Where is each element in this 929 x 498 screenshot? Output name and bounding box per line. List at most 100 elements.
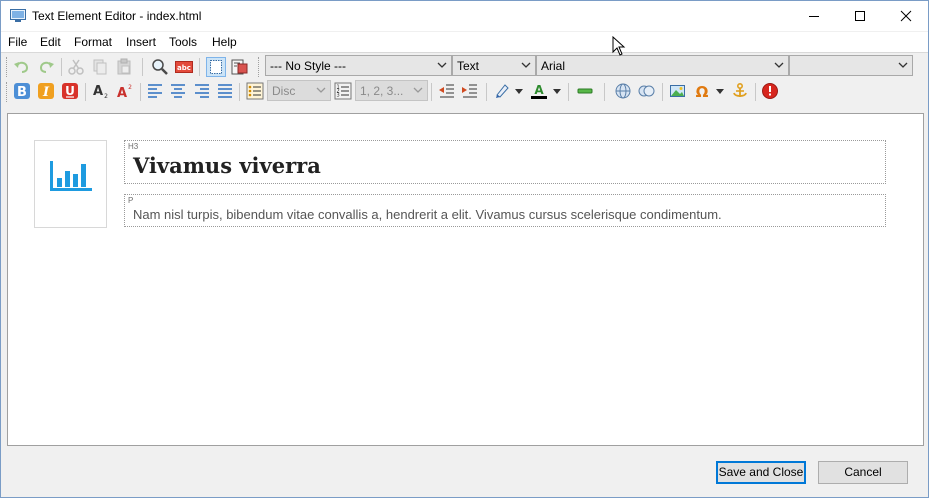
cut-button[interactable]	[67, 58, 85, 76]
help-button[interactable]	[761, 82, 779, 100]
bar-chart-icon	[50, 161, 92, 191]
save-and-close-button[interactable]: Save and Close	[716, 461, 806, 484]
editor-canvas[interactable]: H3 Vivamus viverra P Nam nisl turpis, bi…	[7, 113, 924, 446]
insert-anchor-button[interactable]	[731, 82, 749, 100]
font-select[interactable]: Arial	[536, 55, 789, 76]
spellcheck-icon: abc	[175, 61, 193, 73]
align-left-icon	[148, 84, 162, 98]
toolbar-grip[interactable]	[6, 57, 9, 77]
toolbar-separator	[199, 58, 200, 76]
insert-image-button[interactable]	[669, 82, 687, 100]
heading-text[interactable]: Vivamus viverra	[133, 153, 321, 178]
subscript-icon: A 2	[93, 84, 108, 100]
svg-text:2: 2	[104, 93, 108, 100]
toolbar-separator	[755, 83, 756, 101]
underline-button[interactable]: U	[61, 82, 79, 100]
cancel-button[interactable]: Cancel	[818, 461, 908, 484]
minimize-button[interactable]	[791, 1, 837, 31]
redo-icon	[39, 61, 54, 73]
chevron-down-icon[interactable]	[553, 89, 561, 95]
menu-help[interactable]: Help	[212, 35, 237, 49]
highlighter-icon	[496, 84, 509, 98]
chevron-down-icon	[316, 87, 326, 93]
type-select-value: Text	[457, 59, 480, 73]
insert-link-button[interactable]	[614, 82, 632, 100]
find-button[interactable]	[151, 58, 169, 76]
svg-text:A: A	[534, 83, 544, 97]
title-bar: Text Element Editor - index.html	[1, 1, 928, 31]
chevron-down-icon	[774, 62, 784, 68]
mouse-cursor-icon	[612, 36, 626, 56]
maximize-button[interactable]	[837, 1, 883, 31]
close-button[interactable]	[883, 1, 929, 31]
horizontal-rule-icon	[577, 88, 593, 94]
toolbar-separator	[239, 83, 240, 101]
menu-file[interactable]: File	[8, 35, 27, 49]
toolbar-grip[interactable]	[258, 57, 261, 77]
menu-edit[interactable]: Edit	[40, 35, 61, 49]
toolbar-separator	[140, 83, 141, 101]
superscript-button[interactable]: A 2	[115, 82, 133, 100]
image-icon	[670, 85, 685, 97]
italic-icon: I	[38, 83, 54, 100]
svg-text:A: A	[93, 84, 103, 99]
toolbar-separator	[568, 83, 569, 101]
justify-button[interactable]	[216, 82, 234, 100]
toolbar-separator	[431, 83, 432, 101]
chart-thumbnail[interactable]	[34, 140, 107, 228]
source-button[interactable]	[230, 58, 248, 76]
menu-tools[interactable]: Tools	[169, 35, 197, 49]
special-character-button[interactable]: Ω	[693, 82, 711, 100]
svg-text:Ω: Ω	[696, 83, 709, 100]
chevron-down-icon	[437, 62, 447, 68]
svg-text:U: U	[65, 84, 75, 98]
align-left-button[interactable]	[146, 82, 164, 100]
indent-button[interactable]	[461, 82, 479, 100]
menu-format[interactable]: Format	[74, 35, 112, 49]
paste-button[interactable]	[115, 58, 133, 76]
spellcheck-button[interactable]: abc	[175, 58, 193, 76]
remove-link-button[interactable]	[637, 82, 655, 100]
type-select[interactable]: Text	[452, 55, 536, 76]
paragraph-block[interactable]: P Nam nisl turpis, bibendum vitae conval…	[124, 194, 886, 227]
toolbar-separator	[61, 58, 62, 76]
align-right-icon	[195, 84, 209, 98]
toolbar-grip[interactable]	[6, 82, 9, 102]
chevron-down-icon	[898, 62, 908, 68]
align-center-button[interactable]	[169, 82, 187, 100]
subscript-button[interactable]: A 2	[91, 82, 109, 100]
source-icon	[231, 59, 248, 75]
font-select-value: Arial	[541, 59, 566, 73]
chevron-down-icon[interactable]	[716, 89, 724, 95]
numbered-list-button[interactable]: 123	[334, 82, 352, 100]
bullet-style-select[interactable]: Disc	[267, 80, 331, 101]
align-center-icon	[171, 84, 185, 98]
heading-tag-label: H3	[128, 142, 139, 151]
indent-icon	[462, 84, 477, 98]
text-color-button[interactable]: A	[530, 82, 548, 100]
align-right-button[interactable]	[193, 82, 211, 100]
bold-button[interactable]: B	[13, 82, 31, 100]
toolbar-separator	[486, 83, 487, 101]
undo-button[interactable]	[13, 58, 31, 76]
horizontal-rule-button[interactable]	[576, 82, 594, 100]
show-blocks-icon	[210, 60, 222, 74]
menu-insert[interactable]: Insert	[126, 35, 156, 49]
size-select[interactable]	[789, 55, 913, 76]
menu-bar: File Edit Format Insert Tools Help	[1, 32, 928, 52]
redo-button[interactable]	[37, 58, 55, 76]
outdent-button[interactable]	[438, 82, 456, 100]
heading-block[interactable]: H3 Vivamus viverra	[124, 140, 886, 184]
paragraph-text[interactable]: Nam nisl turpis, bibendum vitae convalli…	[133, 207, 722, 222]
omega-icon: Ω	[696, 83, 709, 100]
number-style-select[interactable]: 1, 2, 3...	[355, 80, 428, 101]
cancel-label: Cancel	[844, 465, 882, 479]
highlight-color-button[interactable]	[493, 82, 511, 100]
bullet-list-button[interactable]	[246, 82, 264, 100]
copy-button[interactable]	[91, 58, 109, 76]
show-blocks-button[interactable]	[206, 57, 226, 77]
svg-text:A: A	[117, 86, 127, 100]
italic-button[interactable]: I	[37, 82, 55, 100]
chevron-down-icon[interactable]	[515, 89, 523, 95]
style-select[interactable]: --- No Style ---	[265, 55, 452, 76]
